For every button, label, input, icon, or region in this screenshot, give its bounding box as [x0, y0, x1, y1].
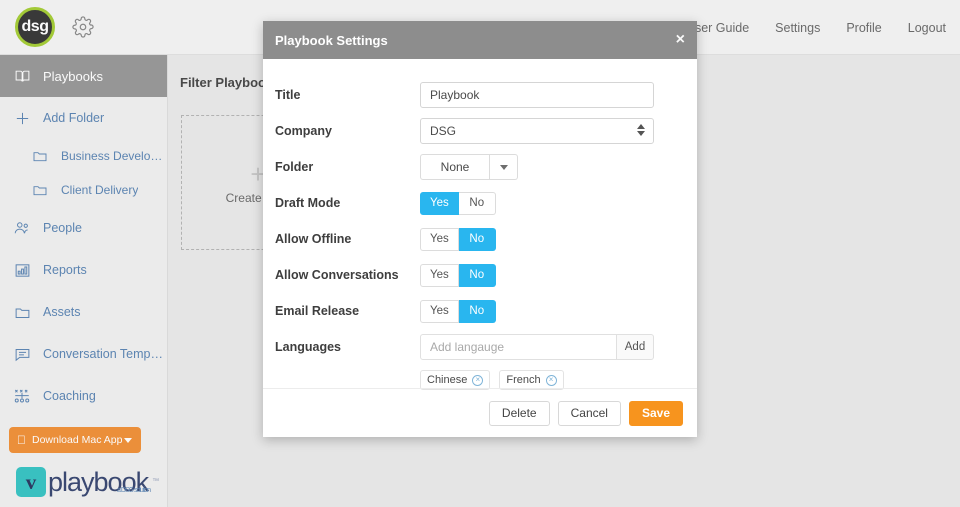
playbook-settings-dialog: Playbook Settings × Title Playbook Compa…: [263, 21, 697, 437]
dialog-body: Title Playbook Company DSG Folder None: [263, 59, 697, 390]
company-select[interactable]: DSG: [420, 118, 654, 144]
language-tag-list: Chinese × French ×: [420, 370, 675, 390]
language-input[interactable]: Add langauge: [420, 334, 617, 360]
draft-mode-no[interactable]: No: [459, 192, 496, 215]
language-tag-label: French: [506, 374, 540, 386]
languages-input-group: Add langauge Add: [420, 334, 654, 360]
language-tag: French ×: [499, 370, 563, 390]
allow-offline-label: Allow Offline: [275, 232, 420, 246]
field-row-title: Title Playbook: [275, 77, 675, 113]
save-button[interactable]: Save: [629, 401, 683, 426]
field-row-folder: Folder None: [275, 149, 675, 185]
allow-conversations-yes[interactable]: Yes: [420, 264, 459, 287]
email-release-label: Email Release: [275, 304, 420, 318]
title-input[interactable]: Playbook: [420, 82, 654, 108]
stepper-icon: [637, 124, 645, 136]
close-icon[interactable]: ×: [676, 32, 685, 48]
app-root: dsg User Guide Settings Profile Logout P…: [0, 0, 960, 507]
language-tag-label: Chinese: [427, 374, 467, 386]
email-release-yes[interactable]: Yes: [420, 300, 459, 323]
delete-button[interactable]: Delete: [489, 401, 550, 426]
allow-offline-yes[interactable]: Yes: [420, 228, 459, 251]
remove-tag-icon[interactable]: ×: [546, 375, 557, 386]
draft-mode-toggle[interactable]: Yes No: [420, 192, 496, 215]
allow-conversations-no[interactable]: No: [459, 264, 496, 287]
title-label: Title: [275, 88, 420, 102]
allow-offline-toggle[interactable]: Yes No: [420, 228, 496, 251]
dialog-title: Playbook Settings: [275, 33, 388, 48]
allow-offline-no[interactable]: No: [459, 228, 496, 251]
allow-conversations-toggle[interactable]: Yes No: [420, 264, 496, 287]
draft-mode-label: Draft Mode: [275, 196, 420, 210]
email-release-toggle[interactable]: Yes No: [420, 300, 496, 323]
folder-label: Folder: [275, 160, 420, 174]
add-language-button[interactable]: Add: [617, 334, 654, 360]
company-label: Company: [275, 124, 420, 138]
folder-value: None: [420, 154, 490, 180]
allow-conversations-label: Allow Conversations: [275, 268, 420, 282]
draft-mode-yes[interactable]: Yes: [420, 192, 459, 215]
field-row-email-release: Email Release Yes No: [275, 293, 675, 329]
chevron-down-icon[interactable]: [490, 154, 518, 180]
folder-dropdown[interactable]: None: [420, 154, 518, 180]
company-select-value: DSG: [430, 124, 456, 138]
email-release-no[interactable]: No: [459, 300, 496, 323]
field-row-allow-conversations: Allow Conversations Yes No: [275, 257, 675, 293]
language-tag: Chinese ×: [420, 370, 490, 390]
field-row-languages: Languages Add langauge Add: [275, 329, 675, 365]
title-input-value: Playbook: [430, 88, 479, 102]
languages-label: Languages: [275, 340, 420, 354]
field-row-allow-offline: Allow Offline Yes No: [275, 221, 675, 257]
field-row-company: Company DSG: [275, 113, 675, 149]
field-row-draft-mode: Draft Mode Yes No: [275, 185, 675, 221]
remove-tag-icon[interactable]: ×: [472, 375, 483, 386]
cancel-button[interactable]: Cancel: [558, 401, 621, 426]
dialog-header: Playbook Settings ×: [263, 21, 697, 59]
dialog-footer: Delete Cancel Save: [263, 388, 697, 437]
